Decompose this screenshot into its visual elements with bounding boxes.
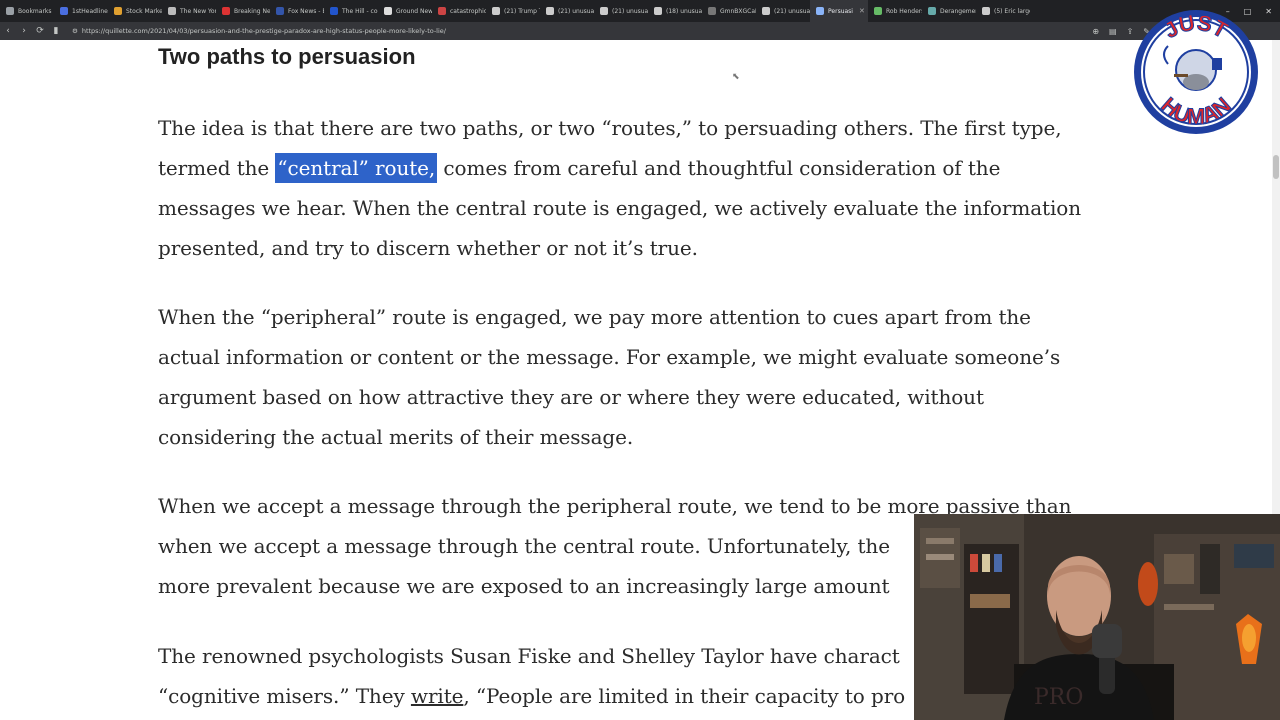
tab-favicon-icon [168,7,176,15]
tab-label: catastrophic [450,7,486,15]
tab-label: The Hill - con [342,7,378,15]
tab-favicon-icon [222,7,230,15]
tab-label: 1stHeadlines [72,7,108,15]
tab-label: Ground News [396,7,432,15]
browser-tab[interactable]: Rob Henders [868,0,922,22]
text-line: When the “peripheral” route is engaged, … [158,305,1031,329]
tab-favicon-icon [874,7,882,15]
tab-favicon-icon [708,7,716,15]
text-line: argument based on how attractive they ar… [158,385,984,409]
browser-tab[interactable]: (21) unusual [540,0,594,22]
paragraph-central-route: The idea is that there are two paths, or… [158,108,1118,268]
tab-label: Bookmarks [18,7,52,15]
browser-tab[interactable]: Bookmarks [0,0,54,22]
paragraph-peripheral-route: When the “peripheral” route is engaged, … [158,297,1118,457]
browser-tab[interactable]: The New York [162,0,216,22]
browser-tab[interactable]: (21) Trump Tr [486,0,540,22]
browser-tab[interactable]: Breaking New [216,0,270,22]
text-line: termed the “central” route, comes from c… [158,148,1118,188]
reload-icon[interactable]: ⟳ [32,26,48,36]
tab-favicon-icon [816,7,824,15]
tab-label: (5) Eric larger [994,7,1030,15]
tab-label: Derangemen [940,7,976,15]
tab-favicon-icon [114,7,122,15]
reader-icon[interactable]: ▤ [1109,27,1117,36]
tab-favicon-icon [276,7,284,15]
browser-tab[interactable]: Stock Market [108,0,162,22]
browser-tab[interactable]: Derangemen [922,0,976,22]
tab-label: (21) unusual [774,7,810,15]
tab-favicon-icon [982,7,990,15]
tab-label: (21) Trump Tr [504,7,540,15]
site-info-icon[interactable]: ⚙ [72,27,78,35]
tab-favicon-icon [330,7,338,15]
tab-label: Fox News - B [288,7,324,15]
tab-label: (21) unusual [612,7,648,15]
browser-tab[interactable]: (21) unusual [594,0,648,22]
tab-label: Breaking New [234,7,270,15]
forward-icon[interactable]: › [16,26,32,36]
text-line: presented, and try to discern whether or… [158,236,698,260]
tab-label: The New York [180,7,216,15]
tab-favicon-icon [438,7,446,15]
tab-favicon-icon [546,7,554,15]
tab-label: (21) unusual [558,7,594,15]
tab-favicon-icon [600,7,608,15]
browser-tab[interactable]: The Hill - con [324,0,378,22]
browser-tab[interactable]: Persuasi ✕ [810,0,868,22]
text-line: actual information or content or the mes… [158,345,1061,369]
browser-tab[interactable]: GmnBXGCaN [702,0,756,22]
just-human-logo: JUST HUMAN [1134,9,1258,134]
text-line: The idea is that there are two paths, or… [158,116,1062,140]
tab-favicon-icon [6,7,14,15]
browser-tab[interactable]: Fox News - B [270,0,324,22]
text-line: considering the actual merits of their m… [158,425,634,449]
section-heading: Two paths to persuasion [158,44,416,69]
close-tab-icon[interactable]: ✕ [859,7,865,15]
tab-label: Rob Henders [886,7,922,15]
browser-tab-strip: Bookmarks 1stHeadlines Stock Market The New… [0,0,1280,22]
browser-tab[interactable]: (5) Eric larger [976,0,1030,22]
tab-favicon-icon [762,7,770,15]
tab-label: Persuasi [828,7,853,15]
tab-label: GmnBXGCaN [720,7,756,15]
zoom-icon[interactable]: ⊕ [1092,27,1099,36]
close-window-button[interactable]: ✕ [1265,7,1272,16]
browser-toolbar: ‹ › ⟳ ▮ ⚙ https://quillette.com/2021/04/… [0,22,1280,40]
tab-favicon-icon [60,7,68,15]
browser-tab[interactable]: catastrophic [432,0,486,22]
mouse-cursor-icon: ⬉ [732,72,740,82]
browser-tab[interactable]: (21) unusual [756,0,810,22]
scrollbar-thumb[interactable] [1273,155,1279,179]
tab-favicon-icon [654,7,662,15]
write-link[interactable]: write [411,684,464,708]
tab-favicon-icon [492,7,500,15]
tab-favicon-icon [928,7,936,15]
url-text: https://quillette.com/2021/04/03/persuas… [81,27,446,35]
tab-favicon-icon [384,7,392,15]
selected-text[interactable]: “central” route, [275,153,438,183]
tab-label: Stock Market [126,7,162,15]
back-icon[interactable]: ‹ [0,26,16,36]
tab-label: (18) unusual [666,7,702,15]
bookmark-icon[interactable]: ▮ [48,26,64,36]
browser-tab[interactable]: 1stHeadlines [54,0,108,22]
text-line: messages we hear. When the central route… [158,196,1081,220]
browser-tab[interactable]: Ground News [378,0,432,22]
address-bar[interactable]: ⚙ https://quillette.com/2021/04/03/persu… [72,27,446,35]
shirt-text: PRO [1034,685,1083,710]
webcam-overlay: PRO [914,514,1280,720]
browser-tab[interactable]: (18) unusual [648,0,702,22]
